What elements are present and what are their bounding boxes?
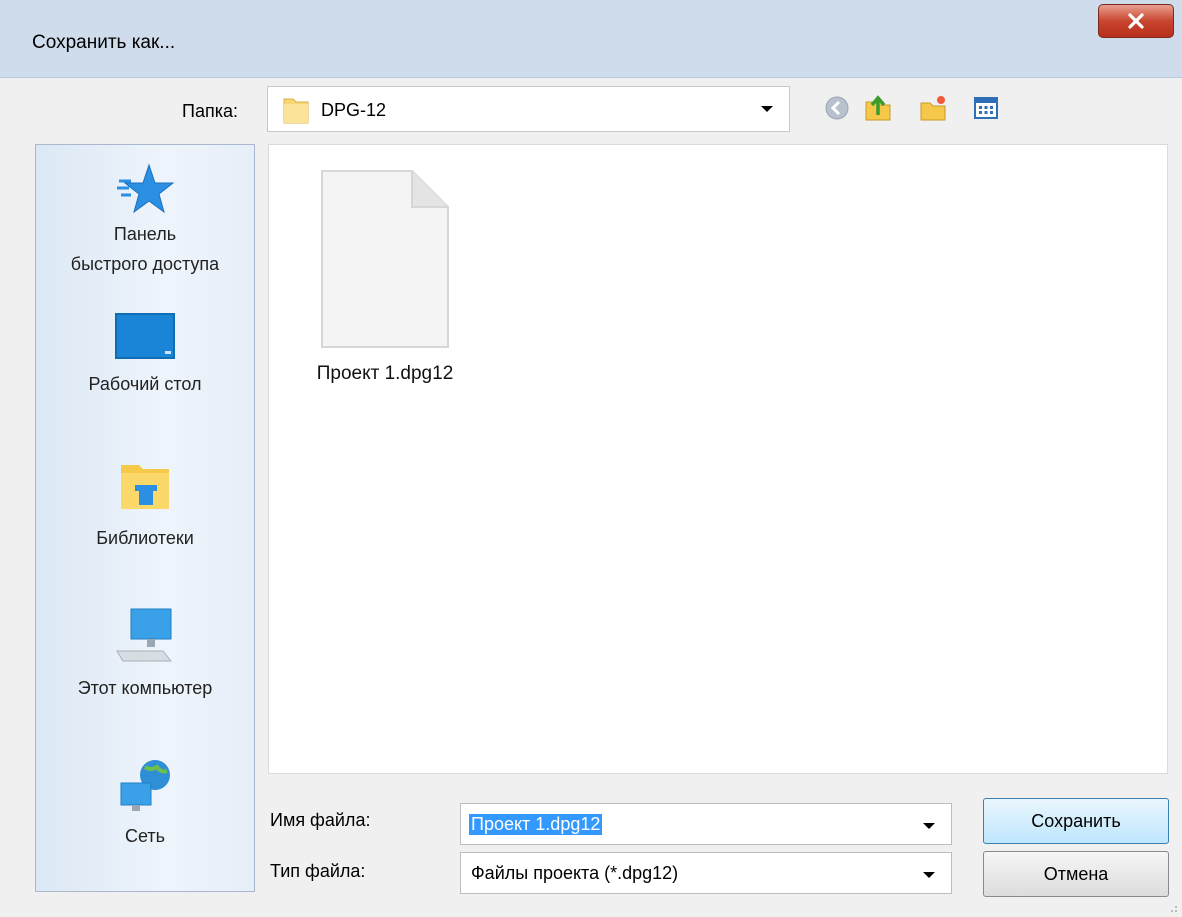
filename-label: Имя файла:: [270, 810, 371, 830]
filetype-value: Файлы проекта (*.dpg12): [471, 863, 679, 883]
desktop-icon: [115, 313, 175, 359]
resize-grip-icon[interactable]: [1166, 901, 1178, 913]
new-folder-icon: [920, 96, 946, 121]
view-menu-button[interactable]: [970, 92, 1002, 124]
filetype-label: Тип файла:: [270, 861, 366, 881]
cancel-button[interactable]: Отмена: [983, 851, 1169, 897]
network-icon: [120, 760, 170, 811]
save-button[interactable]: Сохранить: [983, 798, 1169, 844]
close-button[interactable]: [1098, 4, 1174, 38]
place-network[interactable]: Сеть: [36, 757, 254, 851]
chevron-down-icon[interactable]: [923, 872, 935, 878]
quick-access-star-icon: [117, 163, 175, 214]
folder-dropdown[interactable]: DPG-12: [267, 86, 790, 132]
filename-input[interactable]: Проект 1.dpg12: [460, 803, 952, 845]
place-quick-access[interactable]: Панель быстрого доступа: [36, 161, 254, 279]
places-bar: Панель быстрого доступа Рабочий стол Биб…: [35, 144, 255, 892]
place-label: Этот компьютер: [77, 678, 213, 698]
filetype-select[interactable]: Файлы проекта (*.dpg12): [460, 852, 952, 894]
up-folder-icon: [865, 95, 891, 121]
title-bar: Сохранить как...: [0, 0, 1182, 78]
window-title: Сохранить как...: [32, 32, 176, 53]
folder-label: Папка:: [182, 101, 238, 121]
place-libraries[interactable]: Библиотеки: [36, 459, 254, 553]
place-desktop[interactable]: Рабочий стол: [36, 313, 254, 399]
filename-value: Проект 1.dpg12: [469, 814, 603, 835]
computer-icon: [116, 608, 173, 662]
place-label: Библиотеки: [96, 528, 194, 548]
close-icon: [1128, 13, 1144, 29]
file-name: Проект 1.dpg12: [316, 363, 454, 384]
back-button[interactable]: [821, 92, 853, 124]
chevron-down-icon[interactable]: [923, 823, 935, 829]
folder-icon: [283, 98, 309, 124]
up-folder-button[interactable]: [862, 92, 894, 124]
place-label: быстрого доступа: [70, 254, 220, 274]
back-icon: [825, 96, 849, 120]
chevron-down-icon[interactable]: [761, 106, 773, 112]
new-folder-button[interactable]: [917, 92, 949, 124]
document-icon: [321, 170, 449, 348]
file-item[interactable]: Проект 1.dpg12: [285, 169, 485, 385]
libraries-icon: [121, 465, 169, 509]
place-label: Панель: [113, 224, 177, 244]
place-this-computer[interactable]: Этот компьютер: [36, 607, 254, 703]
folder-value: DPG-12: [321, 100, 387, 120]
view-menu-icon: [974, 97, 998, 119]
place-label: Рабочий стол: [88, 374, 202, 394]
place-label: Сеть: [124, 826, 166, 846]
file-list[interactable]: Проект 1.dpg12: [268, 144, 1168, 774]
